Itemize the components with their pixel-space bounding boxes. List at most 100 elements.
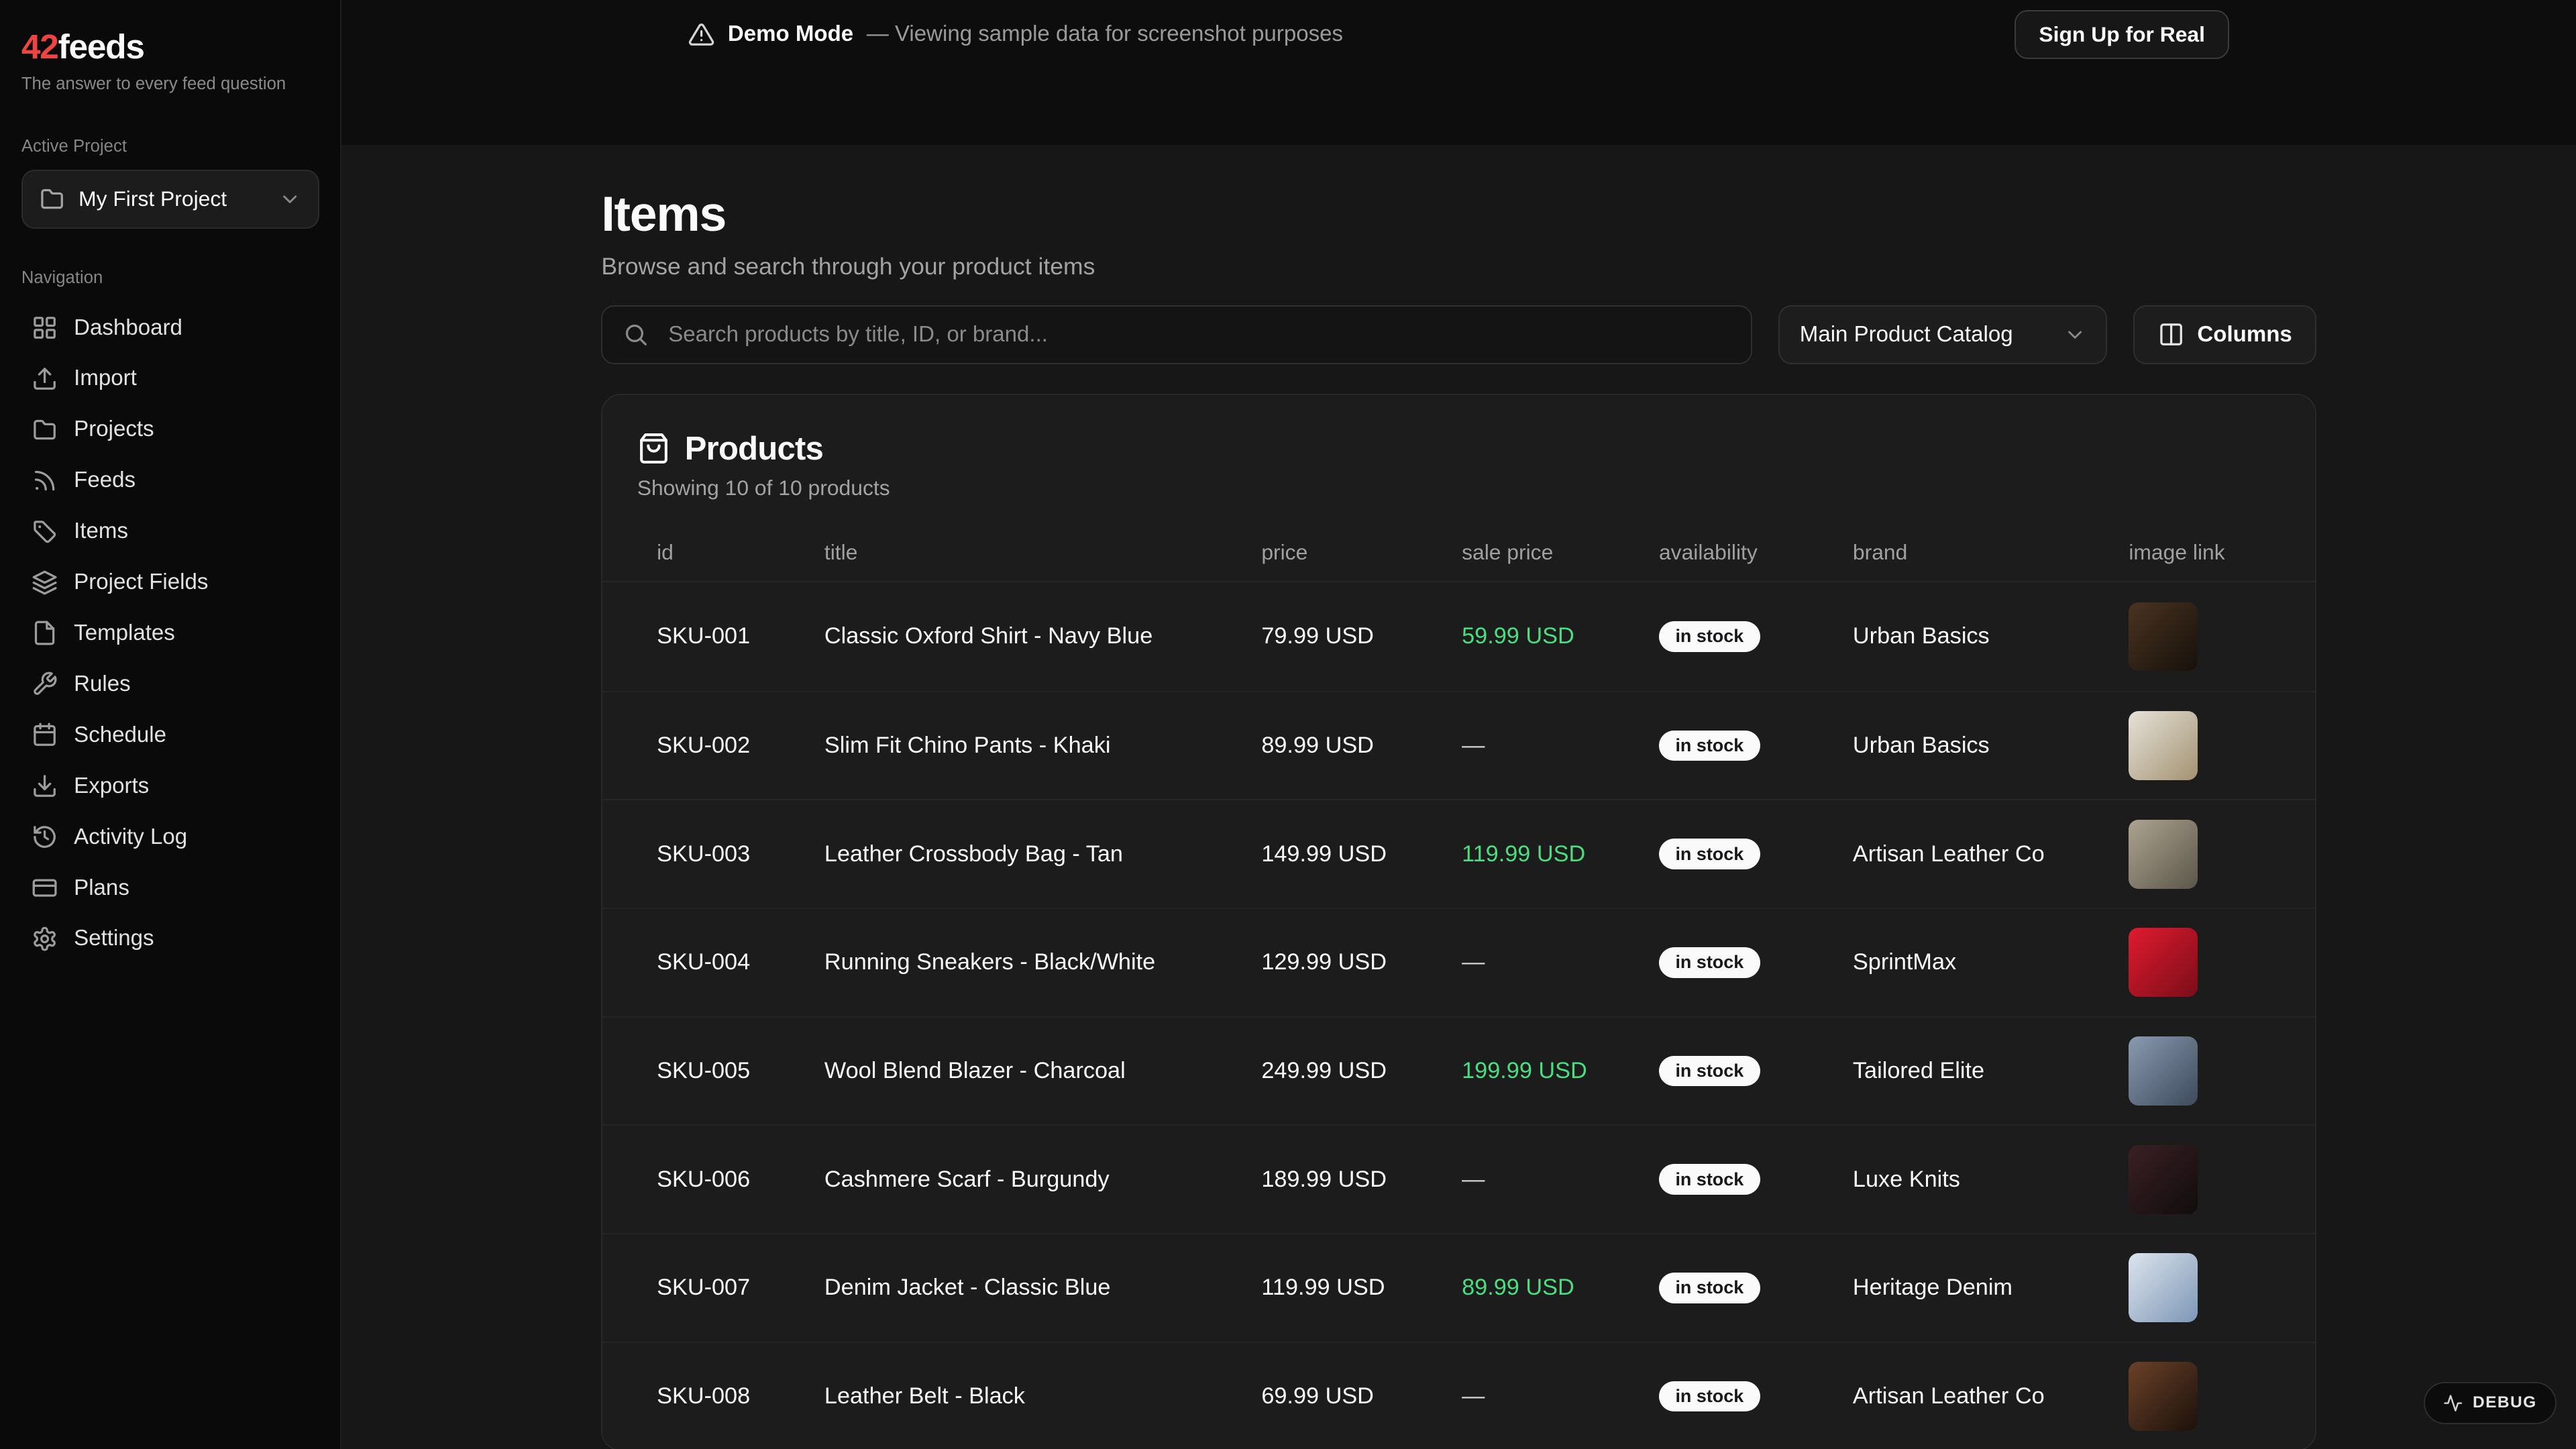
product-thumbnail[interactable]	[2129, 1253, 2198, 1322]
sidebar-item-templates[interactable]: Templates	[21, 608, 319, 659]
cell-title: Denim Jacket - Classic Blue	[805, 1275, 1242, 1301]
cell-price: 89.99 USD	[1242, 733, 1442, 759]
cell-sale-price: 59.99 USD	[1442, 623, 1640, 649]
cell-title: Leather Crossbody Bag - Tan	[805, 841, 1242, 867]
sidebar-item-items[interactable]: Items	[21, 506, 319, 557]
sidebar-item-projects[interactable]: Projects	[21, 404, 319, 455]
sidebar-item-project-fields[interactable]: Project Fields	[21, 557, 319, 608]
chevron-down-icon	[278, 188, 301, 211]
cell-availability: in stock	[1640, 839, 1833, 869]
credit-card-icon	[32, 875, 58, 901]
product-thumbnail[interactable]	[2129, 820, 2198, 889]
folder-icon	[39, 186, 65, 212]
sidebar-item-schedule[interactable]: Schedule	[21, 710, 319, 761]
cell-price: 149.99 USD	[1242, 841, 1442, 867]
product-thumbnail[interactable]	[2129, 1036, 2198, 1106]
cell-sale-price: —	[1442, 1167, 1640, 1193]
tag-icon	[32, 519, 58, 545]
availability-badge: in stock	[1659, 621, 1760, 652]
sidebar-item-label: Plans	[74, 875, 129, 901]
sidebar-item-dashboard[interactable]: Dashboard	[21, 303, 319, 354]
product-thumbnail[interactable]	[2129, 1362, 2198, 1431]
availability-badge: in stock	[1659, 839, 1760, 869]
sidebar-item-settings[interactable]: Settings	[21, 913, 319, 964]
column-header: availability	[1640, 540, 1833, 565]
cell-id: SKU-006	[637, 1167, 805, 1193]
active-project-label: Active Project	[21, 137, 319, 156]
sidebar-item-activity-log[interactable]: Activity Log	[21, 812, 319, 863]
table-row[interactable]: SKU-008 Leather Belt - Black 69.99 USD —…	[602, 1342, 2315, 1449]
banner-message: Demo Mode — Viewing sample data for scre…	[688, 21, 1343, 48]
cell-availability: in stock	[1640, 947, 1833, 978]
sidebar-item-label: Exports	[74, 773, 149, 799]
layers-icon	[32, 570, 58, 596]
table-row[interactable]: SKU-003 Leather Crossbody Bag - Tan 149.…	[602, 799, 2315, 908]
cell-image-link	[2109, 602, 2281, 672]
cell-id: SKU-002	[637, 733, 805, 759]
sidebar-item-label: Schedule	[74, 722, 166, 748]
page-title: Items	[601, 189, 2316, 238]
cell-title: Classic Oxford Shirt - Navy Blue	[805, 623, 1242, 649]
catalog-select[interactable]: Main Product Catalog	[1778, 305, 2107, 364]
sidebar-item-label: Items	[74, 519, 128, 544]
table-row[interactable]: SKU-004 Running Sneakers - Black/White 1…	[602, 908, 2315, 1016]
gear-icon	[32, 926, 58, 952]
demo-banner: Demo Mode — Viewing sample data for scre…	[341, 0, 2576, 69]
sidebar-item-label: Settings	[74, 926, 154, 951]
project-selector[interactable]: My First Project	[21, 170, 319, 229]
product-thumbnail[interactable]	[2129, 928, 2198, 997]
sidebar-item-label: Dashboard	[74, 315, 182, 341]
debug-button[interactable]: DEBUG	[2424, 1382, 2557, 1425]
product-thumbnail[interactable]	[2129, 602, 2198, 672]
availability-badge: in stock	[1659, 1381, 1760, 1412]
product-thumbnail[interactable]	[2129, 1145, 2198, 1214]
file-icon	[32, 620, 58, 646]
search-input[interactable]	[665, 320, 1731, 349]
table-row[interactable]: SKU-002 Slim Fit Chino Pants - Khaki 89.…	[602, 691, 2315, 800]
sidebar-item-exports[interactable]: Exports	[21, 761, 319, 812]
page-content: Items Browse and search through your pro…	[341, 145, 2576, 1449]
cell-title: Slim Fit Chino Pants - Khaki	[805, 733, 1242, 759]
columns-button[interactable]: Columns	[2133, 305, 2316, 364]
products-count: Showing 10 of 10 products	[637, 476, 2281, 500]
cell-brand: Tailored Elite	[1833, 1058, 2109, 1084]
cell-brand: Artisan Leather Co	[1833, 1383, 2109, 1409]
grid-icon	[32, 315, 58, 341]
availability-badge: in stock	[1659, 947, 1760, 978]
column-header: title	[805, 540, 1242, 565]
cell-title: Leather Belt - Black	[805, 1383, 1242, 1409]
table-body: SKU-001 Classic Oxford Shirt - Navy Blue…	[602, 582, 2315, 1449]
cell-price: 119.99 USD	[1242, 1275, 1442, 1301]
sidebar-item-label: Rules	[74, 672, 131, 697]
product-thumbnail[interactable]	[2129, 711, 2198, 780]
cell-image-link	[2109, 820, 2281, 889]
table-row[interactable]: SKU-001 Classic Oxford Shirt - Navy Blue…	[602, 582, 2315, 691]
table-row[interactable]: SKU-006 Cashmere Scarf - Burgundy 189.99…	[602, 1124, 2315, 1233]
cell-id: SKU-008	[637, 1383, 805, 1409]
cell-sale-price: 119.99 USD	[1442, 841, 1640, 867]
cell-brand: Artisan Leather Co	[1833, 841, 2109, 867]
sidebar-item-plans[interactable]: Plans	[21, 863, 319, 914]
sidebar-item-import[interactable]: Import	[21, 354, 319, 405]
cell-availability: in stock	[1640, 731, 1833, 761]
products-table: idtitlepricesale priceavailabilitybrandi…	[602, 523, 2315, 1449]
sidebar-nav: Dashboard Import Projects Feeds Items Pr…	[21, 303, 319, 965]
cell-sale-price: —	[1442, 733, 1640, 759]
sidebar-item-feeds[interactable]: Feeds	[21, 455, 319, 506]
sign-up-button[interactable]: Sign Up for Real	[2015, 10, 2229, 59]
cell-title: Running Sneakers - Black/White	[805, 949, 1242, 975]
activity-icon	[2443, 1393, 2463, 1413]
cell-id: SKU-004	[637, 949, 805, 975]
cell-price: 129.99 USD	[1242, 949, 1442, 975]
sidebar-item-rules[interactable]: Rules	[21, 659, 319, 710]
folder-icon	[32, 417, 58, 443]
cell-price: 79.99 USD	[1242, 623, 1442, 649]
table-row[interactable]: SKU-005 Wool Blend Blazer - Charcoal 249…	[602, 1016, 2315, 1125]
sidebar-item-label: Feeds	[74, 468, 136, 493]
table-row[interactable]: SKU-007 Denim Jacket - Classic Blue 119.…	[602, 1233, 2315, 1342]
sidebar-item-label: Import	[74, 366, 137, 391]
demo-mode-label: Demo Mode	[728, 21, 853, 47]
search-icon	[623, 321, 649, 347]
app-logo[interactable]: 42feeds	[21, 26, 319, 66]
upload-icon	[32, 366, 58, 392]
